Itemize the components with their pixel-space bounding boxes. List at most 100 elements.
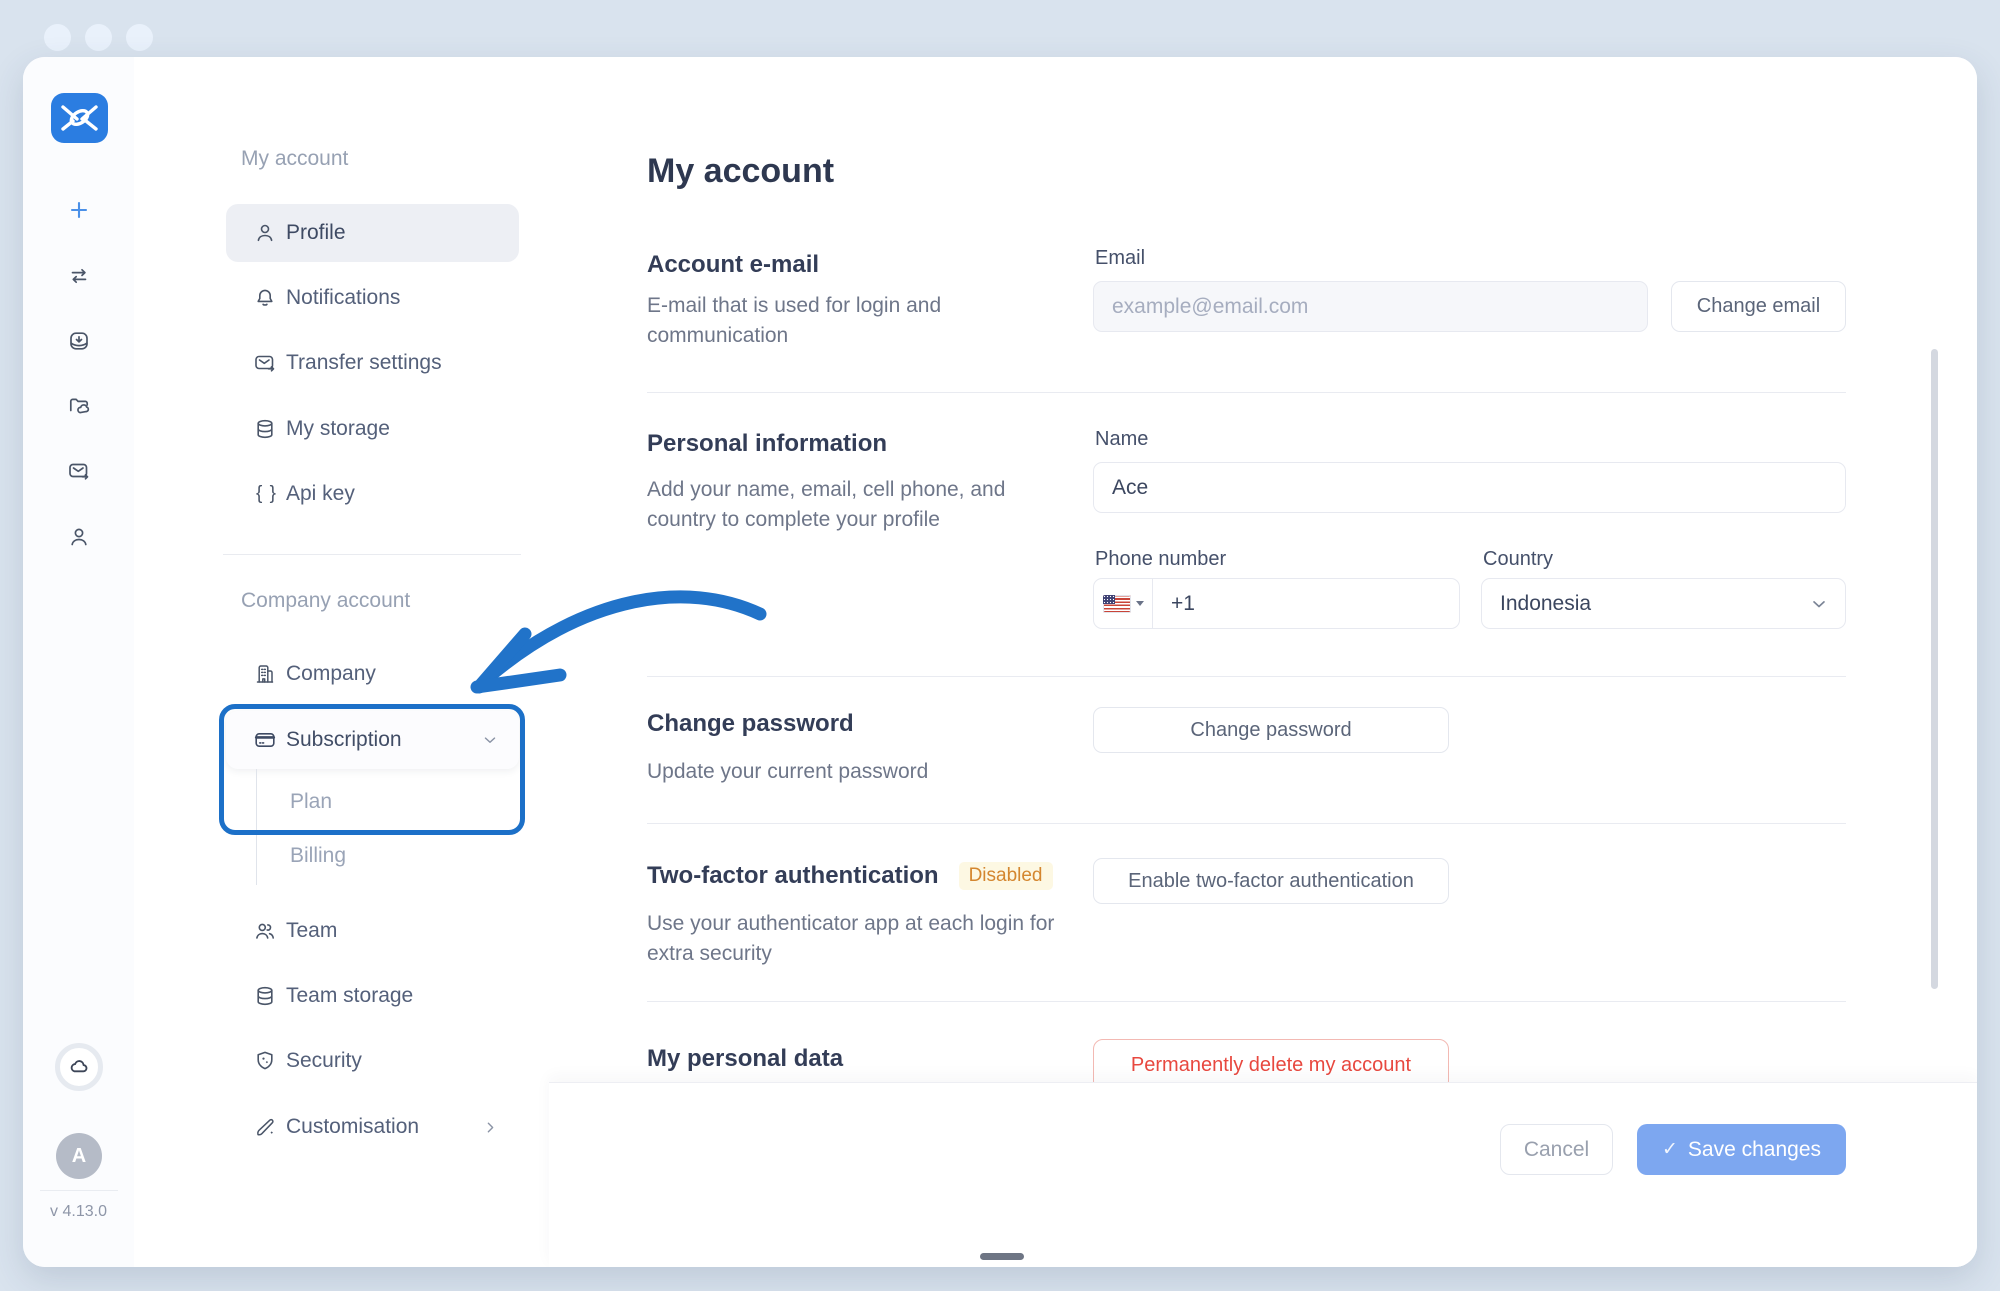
sidebar-item-profile[interactable]: Profile bbox=[226, 204, 519, 262]
change-email-button[interactable]: Change email bbox=[1671, 281, 1846, 332]
phone-input[interactable]: +1 bbox=[1093, 578, 1460, 629]
plus-icon bbox=[67, 198, 91, 222]
change-password-heading: Change password bbox=[647, 710, 854, 738]
name-label: Name bbox=[1095, 428, 1148, 451]
sidebar-item-subscription[interactable]: Subscription bbox=[226, 711, 519, 769]
window-control-close-icon[interactable] bbox=[44, 24, 71, 51]
database-icon bbox=[253, 984, 277, 1008]
cancel-button[interactable]: Cancel bbox=[1500, 1124, 1613, 1175]
person-icon bbox=[253, 221, 277, 245]
phone-label: Phone number bbox=[1095, 548, 1226, 571]
sidebar-item-label: Subscription bbox=[286, 728, 402, 752]
email-label: Email bbox=[1095, 247, 1145, 270]
main-content: My account Account e-mail E-mail that is… bbox=[549, 57, 1977, 1267]
folder-cloud-icon bbox=[67, 394, 91, 418]
sidebar-item-transfer-settings[interactable]: Transfer settings bbox=[226, 334, 519, 392]
sidebar-divider bbox=[223, 554, 521, 555]
sync-status-button[interactable] bbox=[55, 1043, 103, 1091]
person-icon bbox=[67, 525, 91, 549]
new-transfer-button[interactable] bbox=[63, 194, 95, 226]
sidebar-section-company-account: Company account bbox=[241, 589, 410, 613]
section-divider bbox=[647, 823, 1846, 824]
settings-sidebar: My account Profile Notifications bbox=[134, 57, 550, 1267]
status-badge: Disabled bbox=[959, 862, 1053, 890]
account-email-description: E-mail that is used for login and commun… bbox=[647, 291, 977, 351]
vertical-scrollbar[interactable] bbox=[1931, 349, 1938, 989]
sidebar-item-team[interactable]: Team bbox=[226, 902, 519, 960]
page-title: My account bbox=[647, 152, 834, 191]
sidebar-subitem-plan[interactable]: Plan bbox=[226, 773, 519, 831]
save-changes-button[interactable]: ✓ Save changes bbox=[1637, 1124, 1846, 1175]
sidebar-item-company[interactable]: Company bbox=[226, 645, 519, 703]
send-envelope-icon bbox=[67, 459, 91, 483]
two-factor-description: Use your authenticator app at each login… bbox=[647, 909, 1057, 969]
cloud-icon bbox=[66, 1054, 92, 1080]
change-password-description: Update your current password bbox=[647, 757, 1077, 787]
envelope-arrow-icon bbox=[253, 351, 277, 375]
contacts-button[interactable] bbox=[63, 521, 95, 553]
received-button[interactable] bbox=[63, 325, 95, 357]
sidebar-item-label: Billing bbox=[290, 844, 346, 868]
chevron-down-icon bbox=[481, 731, 499, 749]
app-window: A v 4.13.0 My account Profile Notificati… bbox=[23, 57, 1977, 1267]
personal-data-heading: My personal data bbox=[647, 1045, 843, 1073]
inbox-download-icon bbox=[67, 329, 91, 353]
section-divider bbox=[647, 392, 1846, 393]
name-input[interactable] bbox=[1093, 462, 1846, 513]
section-divider bbox=[647, 1001, 1846, 1002]
sidebar-item-label: Profile bbox=[286, 221, 346, 245]
account-email-heading: Account e-mail bbox=[647, 251, 819, 279]
country-code-selector[interactable] bbox=[1094, 595, 1152, 613]
country-select[interactable]: Indonesia bbox=[1481, 578, 1846, 629]
sidebar-item-label: My storage bbox=[286, 417, 390, 441]
chevron-down-icon bbox=[1809, 594, 1829, 614]
window-control-minimize-icon[interactable] bbox=[85, 24, 112, 51]
chevron-right-icon bbox=[482, 1119, 499, 1136]
app-version: v 4.13.0 bbox=[23, 1203, 134, 1221]
transfers-button[interactable] bbox=[63, 260, 95, 292]
personal-info-heading: Personal information bbox=[647, 430, 887, 458]
enable-two-factor-button[interactable]: Enable two-factor authentication bbox=[1093, 858, 1449, 904]
paintbrush-icon bbox=[253, 1115, 277, 1139]
action-footer: Cancel ✓ Save changes bbox=[549, 1082, 1977, 1267]
section-divider bbox=[647, 676, 1846, 677]
braces-icon: { } bbox=[253, 483, 280, 505]
desktop-background: A v 4.13.0 My account Profile Notificati… bbox=[0, 0, 2000, 1291]
rail-divider bbox=[40, 1190, 118, 1191]
app-logo-icon[interactable] bbox=[51, 93, 108, 143]
sidebar-item-label: Customisation bbox=[286, 1115, 419, 1139]
window-resize-handle[interactable] bbox=[980, 1253, 1024, 1260]
sidebar-item-notifications[interactable]: Notifications bbox=[226, 269, 519, 327]
bell-icon bbox=[253, 286, 277, 310]
sidebar-item-security[interactable]: Security bbox=[226, 1032, 519, 1090]
sidebar-item-label: Team storage bbox=[286, 984, 413, 1008]
shield-icon bbox=[253, 1049, 277, 1073]
sidebar-item-api-key[interactable]: { } Api key bbox=[226, 465, 519, 523]
us-flag-icon bbox=[1103, 595, 1131, 613]
country-value: Indonesia bbox=[1500, 592, 1591, 616]
transfer-arrows-icon bbox=[67, 264, 91, 288]
save-changes-label: Save changes bbox=[1688, 1138, 1821, 1162]
sent-button[interactable] bbox=[63, 455, 95, 487]
sidebar-item-label: Api key bbox=[286, 482, 355, 506]
sidebar-item-label: Team bbox=[286, 919, 337, 943]
sidebar-item-label: Security bbox=[286, 1049, 362, 1073]
change-password-button[interactable]: Change password bbox=[1093, 707, 1449, 753]
email-input[interactable] bbox=[1093, 281, 1648, 332]
caret-down-icon bbox=[1136, 601, 1144, 606]
files-button[interactable] bbox=[63, 390, 95, 422]
sidebar-item-customisation[interactable]: Customisation bbox=[226, 1098, 519, 1156]
sidebar-subitem-billing[interactable]: Billing bbox=[226, 827, 519, 885]
sidebar-item-my-storage[interactable]: My storage bbox=[226, 400, 519, 458]
user-avatar[interactable]: A bbox=[56, 1133, 102, 1179]
sidebar-item-label: Company bbox=[286, 662, 376, 686]
window-control-maximize-icon[interactable] bbox=[126, 24, 153, 51]
sidebar-item-label: Notifications bbox=[286, 286, 400, 310]
sidebar-item-label: Plan bbox=[290, 790, 332, 814]
sidebar-item-team-storage[interactable]: Team storage bbox=[226, 967, 519, 1025]
two-factor-heading: Two-factor authentication bbox=[647, 862, 939, 889]
credit-card-icon bbox=[253, 728, 277, 752]
phone-value[interactable]: +1 bbox=[1153, 592, 1195, 616]
country-label: Country bbox=[1483, 548, 1553, 571]
left-rail: A v 4.13.0 bbox=[23, 57, 135, 1267]
